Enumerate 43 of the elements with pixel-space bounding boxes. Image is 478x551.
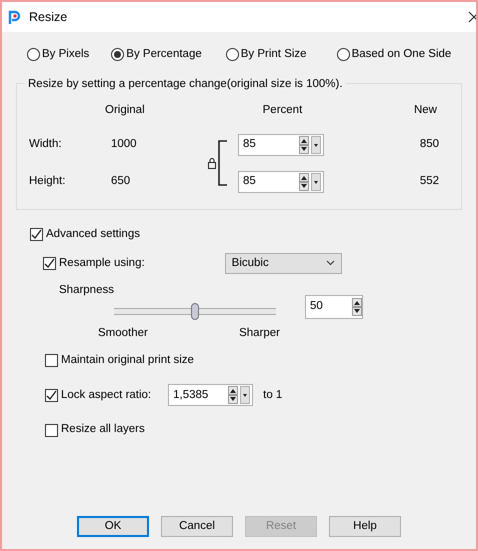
checkbox[interactable] xyxy=(30,228,43,242)
dialog-button[interactable]: Cancel xyxy=(161,516,233,537)
spin-box[interactable]: 85 xyxy=(238,170,324,192)
radio-option[interactable]: By Print Size xyxy=(226,46,307,64)
slider-label: Sharpness xyxy=(59,284,114,296)
checkbox-label: Maintain original print size xyxy=(61,353,194,368)
checkbox-label: Advanced settings xyxy=(46,227,140,242)
spin-arrows-icon[interactable] xyxy=(299,172,309,190)
column-header: New xyxy=(414,103,437,118)
radio-option[interactable]: Based on One Side xyxy=(336,46,452,64)
original-value: 650 xyxy=(111,174,132,189)
new-value: 850 xyxy=(420,136,439,152)
checkbox[interactable] xyxy=(43,256,56,270)
slider-thumb[interactable] xyxy=(191,302,199,320)
checkbox[interactable] xyxy=(45,354,58,368)
slider-min-label: Smoother xyxy=(98,326,148,341)
spin-arrows-icon[interactable] xyxy=(352,298,362,316)
resample-dropdown[interactable]: Bicubic xyxy=(224,252,342,274)
original-value: 1000 xyxy=(111,136,138,152)
radio-option[interactable]: By Percentage xyxy=(111,46,202,64)
ratio-suffix: to 1 xyxy=(263,388,282,403)
dialog-button[interactable]: OK xyxy=(77,516,149,537)
checkbox-label: Lock aspect ratio: xyxy=(61,388,152,403)
column-header: Original xyxy=(105,103,145,118)
lock-bracket-icon[interactable] xyxy=(207,138,229,188)
spin-box[interactable]: 50 xyxy=(305,294,363,319)
column-header: Percent xyxy=(262,103,302,118)
radio-option[interactable]: By Pixels xyxy=(27,46,90,64)
checkbox[interactable] xyxy=(45,388,58,402)
chevron-down-icon xyxy=(326,260,335,266)
new-value: 552 xyxy=(420,174,439,189)
checkbox-label: Resample using: xyxy=(59,256,145,270)
row-label: Width: xyxy=(29,136,63,152)
window-title: Resize xyxy=(29,8,68,26)
row-label: Height: xyxy=(29,174,66,189)
checkbox[interactable] xyxy=(45,424,58,436)
spin-arrows-icon[interactable] xyxy=(299,136,309,154)
spin-arrows-icon[interactable] xyxy=(228,386,238,404)
spin-box[interactable]: 1,5385 xyxy=(168,384,254,406)
spin-box[interactable]: 85 xyxy=(238,134,324,156)
checkbox-label: Resize all layers xyxy=(61,422,145,438)
dialog-button[interactable]: Help xyxy=(329,516,401,537)
slider-max-label: Sharper xyxy=(239,326,280,341)
